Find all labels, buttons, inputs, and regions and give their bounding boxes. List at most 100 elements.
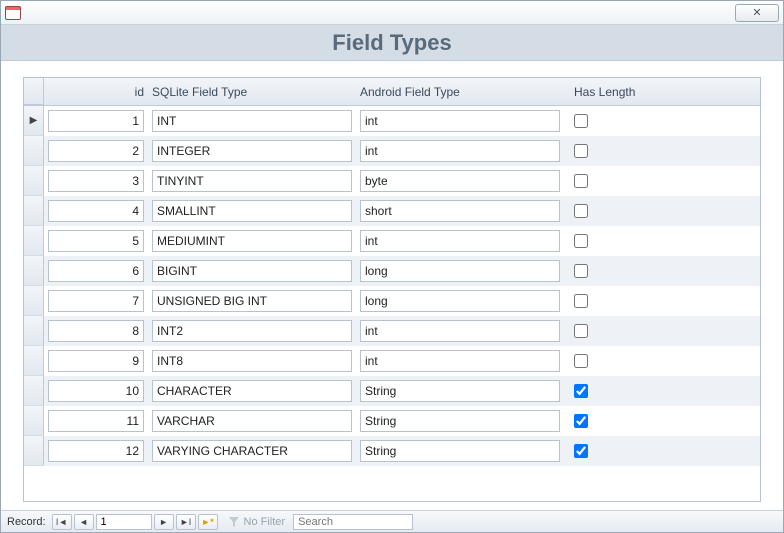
id-field[interactable] bbox=[48, 110, 144, 132]
has-length-checkbox[interactable] bbox=[574, 294, 588, 308]
id-field[interactable] bbox=[48, 380, 144, 402]
has-length-checkbox[interactable] bbox=[574, 324, 588, 338]
has-length-checkbox[interactable] bbox=[574, 444, 588, 458]
id-field[interactable] bbox=[48, 290, 144, 312]
id-field[interactable] bbox=[48, 170, 144, 192]
recnav-first-button[interactable]: I◄ bbox=[52, 514, 72, 530]
has-length-checkbox[interactable] bbox=[574, 114, 588, 128]
col-header-sqlite[interactable]: SQLite Field Type bbox=[152, 85, 247, 99]
sqlite-field[interactable] bbox=[152, 380, 352, 402]
last-icon: ►I bbox=[180, 517, 191, 527]
funnel-icon bbox=[228, 516, 240, 528]
android-field[interactable] bbox=[360, 320, 560, 342]
sqlite-field[interactable] bbox=[152, 410, 352, 432]
table-row: ▶ bbox=[24, 106, 760, 136]
close-icon: ✕ bbox=[752, 6, 761, 19]
sqlite-field[interactable] bbox=[152, 440, 352, 462]
android-field[interactable] bbox=[360, 200, 560, 222]
table-row bbox=[24, 226, 760, 256]
row-selector[interactable] bbox=[24, 316, 44, 346]
sqlite-field[interactable] bbox=[152, 140, 352, 162]
row-selector-header[interactable] bbox=[24, 78, 44, 105]
close-button[interactable]: ✕ bbox=[735, 4, 779, 22]
sqlite-field[interactable] bbox=[152, 350, 352, 372]
has-length-checkbox[interactable] bbox=[574, 234, 588, 248]
table-row bbox=[24, 166, 760, 196]
sqlite-field[interactable] bbox=[152, 230, 352, 252]
android-field[interactable] bbox=[360, 290, 560, 312]
next-icon: ► bbox=[159, 517, 168, 527]
sqlite-field[interactable] bbox=[152, 290, 352, 312]
has-length-checkbox[interactable] bbox=[574, 264, 588, 278]
has-length-checkbox[interactable] bbox=[574, 204, 588, 218]
filter-label: No Filter bbox=[244, 516, 286, 528]
row-selector[interactable] bbox=[24, 256, 44, 286]
recnav-last-button[interactable]: ►I bbox=[176, 514, 196, 530]
android-field[interactable] bbox=[360, 230, 560, 252]
prev-icon: ◄ bbox=[79, 517, 88, 527]
row-selector[interactable] bbox=[24, 136, 44, 166]
row-selector[interactable] bbox=[24, 166, 44, 196]
id-field[interactable] bbox=[48, 350, 144, 372]
first-icon: I◄ bbox=[56, 517, 67, 527]
id-field[interactable] bbox=[48, 260, 144, 282]
form-title: Field Types bbox=[332, 30, 451, 56]
new-record-icon: ►* bbox=[201, 517, 213, 527]
recnav-search-input[interactable] bbox=[293, 514, 413, 530]
row-selector[interactable] bbox=[24, 436, 44, 466]
table-row bbox=[24, 316, 760, 346]
table-row bbox=[24, 376, 760, 406]
row-selector[interactable] bbox=[24, 196, 44, 226]
has-length-checkbox[interactable] bbox=[574, 384, 588, 398]
android-field[interactable] bbox=[360, 170, 560, 192]
has-length-checkbox[interactable] bbox=[574, 144, 588, 158]
col-header-haslength[interactable]: Has Length bbox=[574, 85, 635, 99]
table-row bbox=[24, 286, 760, 316]
column-header-row: id SQLite Field Type Android Field Type … bbox=[24, 78, 760, 106]
recnav-prev-button[interactable]: ◄ bbox=[74, 514, 94, 530]
col-header-android[interactable]: Android Field Type bbox=[360, 85, 460, 99]
datasheet-body[interactable]: id SQLite Field Type Android Field Type … bbox=[24, 78, 760, 501]
record-navigator: Record: I◄ ◄ ► ►I ►* No Filter bbox=[1, 510, 783, 532]
has-length-checkbox[interactable] bbox=[574, 354, 588, 368]
android-field[interactable] bbox=[360, 440, 560, 462]
recnav-next-button[interactable]: ► bbox=[154, 514, 174, 530]
has-length-checkbox[interactable] bbox=[574, 414, 588, 428]
recnav-current-input[interactable] bbox=[96, 514, 152, 530]
android-field[interactable] bbox=[360, 110, 560, 132]
titlebar: ✕ bbox=[1, 1, 783, 25]
sqlite-field[interactable] bbox=[152, 110, 352, 132]
row-selector[interactable]: ▶ bbox=[24, 106, 44, 136]
form-icon bbox=[5, 6, 21, 20]
table-row bbox=[24, 406, 760, 436]
col-header-id[interactable]: id bbox=[135, 85, 144, 99]
android-field[interactable] bbox=[360, 350, 560, 372]
android-field[interactable] bbox=[360, 140, 560, 162]
table-row bbox=[24, 436, 760, 466]
table-row bbox=[24, 256, 760, 286]
id-field[interactable] bbox=[48, 320, 144, 342]
sqlite-field[interactable] bbox=[152, 200, 352, 222]
android-field[interactable] bbox=[360, 260, 560, 282]
android-field[interactable] bbox=[360, 380, 560, 402]
id-field[interactable] bbox=[48, 230, 144, 252]
row-selector[interactable] bbox=[24, 406, 44, 436]
sqlite-field[interactable] bbox=[152, 170, 352, 192]
recnav-new-button[interactable]: ►* bbox=[198, 514, 218, 530]
sqlite-field[interactable] bbox=[152, 260, 352, 282]
row-selector[interactable] bbox=[24, 226, 44, 256]
id-field[interactable] bbox=[48, 410, 144, 432]
row-selector[interactable] bbox=[24, 286, 44, 316]
row-selector[interactable] bbox=[24, 376, 44, 406]
android-field[interactable] bbox=[360, 410, 560, 432]
sqlite-field[interactable] bbox=[152, 320, 352, 342]
table-row bbox=[24, 346, 760, 376]
id-field[interactable] bbox=[48, 140, 144, 162]
row-selector[interactable] bbox=[24, 346, 44, 376]
datasheet: id SQLite Field Type Android Field Type … bbox=[23, 77, 761, 502]
form-header: Field Types bbox=[1, 25, 783, 61]
id-field[interactable] bbox=[48, 440, 144, 462]
recnav-filter[interactable]: No Filter bbox=[228, 516, 286, 528]
has-length-checkbox[interactable] bbox=[574, 174, 588, 188]
id-field[interactable] bbox=[48, 200, 144, 222]
